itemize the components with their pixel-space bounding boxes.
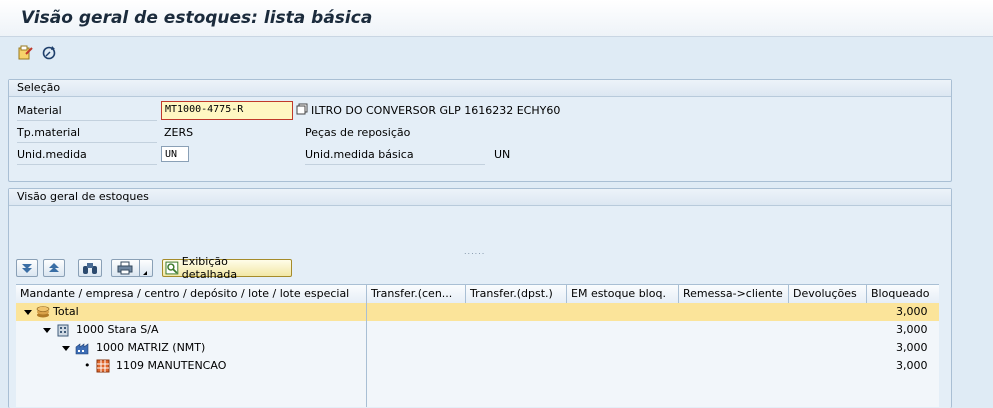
unit-label: Unid.medida <box>17 148 157 165</box>
page-title: Visão geral de estoques: lista básica <box>21 8 373 28</box>
print-dropdown-icon[interactable] <box>138 260 148 276</box>
collapse-all-button[interactable] <box>43 259 65 277</box>
title-bar: Visão geral de estoques: lista básica <box>0 0 993 37</box>
stock-overview-header: Visão geral de estoques <box>9 189 951 206</box>
col-blocked[interactable]: Bloqueado <box>867 285 939 303</box>
material-type-description: Peças de reposição <box>305 126 411 139</box>
find-button[interactable] <box>78 259 102 277</box>
col-returns[interactable]: Devoluções <box>789 285 867 303</box>
material-type-label: Tp.material <box>17 126 157 143</box>
expand-all-icon <box>22 264 32 273</box>
col-delivery-customer[interactable]: Remessa->cliente <box>679 285 789 303</box>
col-gr-blocked-stock[interactable]: EM estoque bloq. <box>567 285 679 303</box>
tree-row-total[interactable]: Total 3,000 <box>16 303 939 321</box>
storage-location-icon <box>96 357 110 375</box>
expand-all-button[interactable] <box>16 259 38 277</box>
blocked-value: 3,000 <box>896 359 928 372</box>
binoculars-icon <box>83 263 97 274</box>
detail-display-icon <box>165 261 179 275</box>
material-field[interactable]: MT1000-4775-R <box>161 101 293 120</box>
blocked-value: 3,000 <box>896 323 928 336</box>
refresh-icon[interactable] <box>40 44 58 62</box>
detail-display-button[interactable]: Exibição detalhada <box>162 255 292 281</box>
tree-row-label: Total <box>53 305 79 318</box>
col-transfer-storage[interactable]: Transfer.(dpst.) <box>466 285 567 303</box>
detail-display-label: Exibição detalhada <box>181 255 238 281</box>
printer-icon <box>117 261 132 275</box>
display-change-icon[interactable] <box>16 44 34 62</box>
tree-row-company[interactable]: 1000 Stara S/A 3,000 <box>16 321 939 339</box>
tree-row-label: 1000 Stara S/A <box>76 323 159 336</box>
stock-tree-grid: Mandante / empresa / centro / depósito /… <box>16 284 939 407</box>
collapse-all-icon <box>49 263 59 272</box>
tree-row-label: 1000 MATRIZ (NMT) <box>96 341 206 354</box>
tree-row-label: 1109 MANUTENCAO <box>116 359 227 372</box>
base-unit-value: UN <box>494 148 511 161</box>
material-label: Material <box>17 104 157 121</box>
splitter-handle[interactable]: ...... <box>464 247 485 256</box>
material-type-value: ZERS <box>164 126 194 139</box>
col-transfer-plant[interactable]: Transfer.(cen... <box>367 285 466 303</box>
collapse-toggle-icon[interactable] <box>24 303 32 321</box>
leaf-bullet-icon: • <box>84 359 91 372</box>
stack-icon <box>36 303 50 321</box>
tree-row-plant[interactable]: 1000 MATRIZ (NMT) 3,000 <box>16 339 939 357</box>
material-description: ILTRO DO CONVERSOR GLP 1616232 ECHY60 <box>311 104 561 117</box>
blocked-value: 3,000 <box>896 341 928 354</box>
column-divider <box>366 302 367 407</box>
blocked-value: 3,000 <box>896 305 928 318</box>
col-hierarchy[interactable]: Mandante / empresa / centro / depósito /… <box>16 285 367 303</box>
selection-header: Seleção <box>9 80 951 97</box>
application-toolbar <box>0 37 993 69</box>
tree-row-storage-location[interactable]: • 1109 MANUTENCAO 3,000 <box>16 357 939 375</box>
collapse-toggle-icon[interactable] <box>62 339 70 357</box>
collapse-toggle-icon[interactable] <box>43 321 51 339</box>
plant-factory-icon <box>75 339 91 357</box>
base-unit-label: Unid.medida básica <box>305 148 485 165</box>
print-button[interactable] <box>111 259 153 277</box>
unit-field[interactable]: UN <box>161 146 189 162</box>
company-building-icon <box>56 321 70 339</box>
grid-header: Mandante / empresa / centro / depósito /… <box>16 284 939 304</box>
copy-icon[interactable] <box>295 102 309 116</box>
